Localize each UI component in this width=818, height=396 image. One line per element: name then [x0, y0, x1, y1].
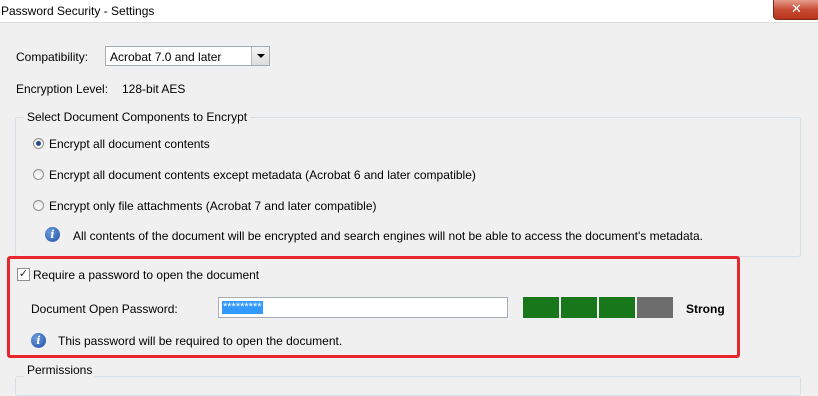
strength-segment — [599, 297, 635, 318]
open-password-info-text: This password will be required to open t… — [58, 334, 343, 348]
close-button[interactable]: ✕ — [773, 0, 818, 20]
radio-encrypt-attachments-label[interactable]: Encrypt only file attachments (Acrobat 7… — [49, 199, 377, 213]
compatibility-label: Compatibility: — [16, 50, 89, 64]
encryption-level-value: 128-bit AES — [122, 82, 186, 96]
permissions-group — [15, 376, 801, 396]
strength-segment — [523, 297, 559, 318]
radio-encrypt-attachments[interactable] — [33, 200, 44, 211]
strength-label: Strong — [686, 302, 725, 316]
open-password-value: ********* — [222, 301, 263, 314]
compatibility-selected-value: Acrobat 7.0 and later — [110, 50, 222, 64]
radio-encrypt-except-metadata[interactable] — [33, 169, 44, 180]
compatibility-select[interactable]: Acrobat 7.0 and later — [105, 46, 270, 66]
info-icon: i — [31, 333, 46, 348]
radio-encrypt-all[interactable] — [33, 138, 44, 149]
components-group-title: Select Document Components to Encrypt — [24, 110, 251, 124]
close-icon: ✕ — [791, 1, 802, 16]
strength-segment — [637, 297, 673, 318]
strength-segment — [561, 297, 597, 318]
encryption-level-label: Encryption Level: — [16, 82, 109, 96]
chevron-down-icon[interactable] — [251, 47, 269, 65]
window-title: Password Security - Settings — [1, 4, 155, 18]
radio-encrypt-all-label[interactable]: Encrypt all document contents — [49, 137, 210, 151]
title-bar: Password Security - Settings ✕ — [0, 0, 818, 23]
radio-encrypt-except-metadata-label[interactable]: Encrypt all document contents except met… — [49, 168, 476, 182]
require-password-checkbox[interactable]: ✓ — [17, 268, 30, 281]
open-password-input[interactable]: ********* — [218, 297, 508, 318]
require-password-label[interactable]: Require a password to open the document — [33, 268, 259, 282]
permissions-group-title: Permissions — [24, 363, 96, 377]
components-info-text: All contents of the document will be enc… — [73, 229, 703, 243]
info-icon: i — [45, 227, 60, 242]
open-password-label: Document Open Password: — [31, 302, 178, 316]
